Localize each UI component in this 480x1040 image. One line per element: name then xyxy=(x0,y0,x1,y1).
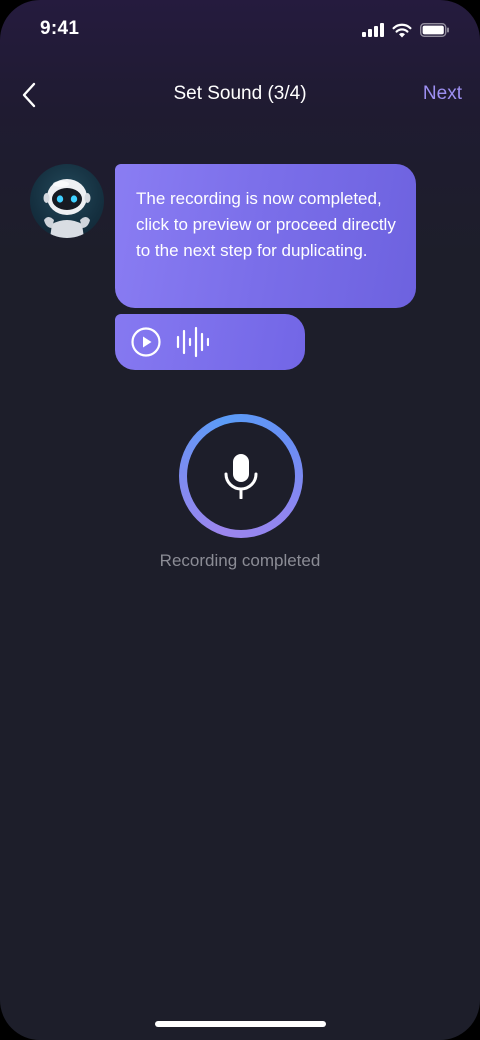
play-icon[interactable] xyxy=(131,327,161,357)
phone-screen: 9:41 Set Sound (3/4) Next The recording … xyxy=(0,0,480,1040)
robot-avatar-icon xyxy=(43,179,91,238)
status-icons xyxy=(362,22,450,38)
battery-icon xyxy=(420,23,449,37)
next-button[interactable]: Next xyxy=(423,83,462,105)
chat-message-bubble: The recording is now completed, click to… xyxy=(115,164,416,308)
cellular-signal-icon xyxy=(362,23,384,37)
record-button-inner xyxy=(187,422,295,530)
status-time: 9:41 xyxy=(40,18,80,39)
microphone-icon xyxy=(224,454,258,499)
wifi-icon xyxy=(392,23,412,37)
audio-preview-pill[interactable] xyxy=(115,314,305,370)
recording-status-text: Recording completed xyxy=(159,551,321,570)
home-indicator[interactable] xyxy=(155,1021,326,1027)
robot-avatar xyxy=(30,164,104,238)
chat-message-text: The recording is now completed, click to… xyxy=(136,189,396,260)
sound-wave-icon xyxy=(176,326,209,358)
page-title: Set Sound (3/4) xyxy=(173,83,307,104)
nav-bar: Set Sound (3/4) Next xyxy=(0,70,480,120)
record-button[interactable] xyxy=(179,414,303,538)
status-bar: 9:41 xyxy=(0,0,480,60)
